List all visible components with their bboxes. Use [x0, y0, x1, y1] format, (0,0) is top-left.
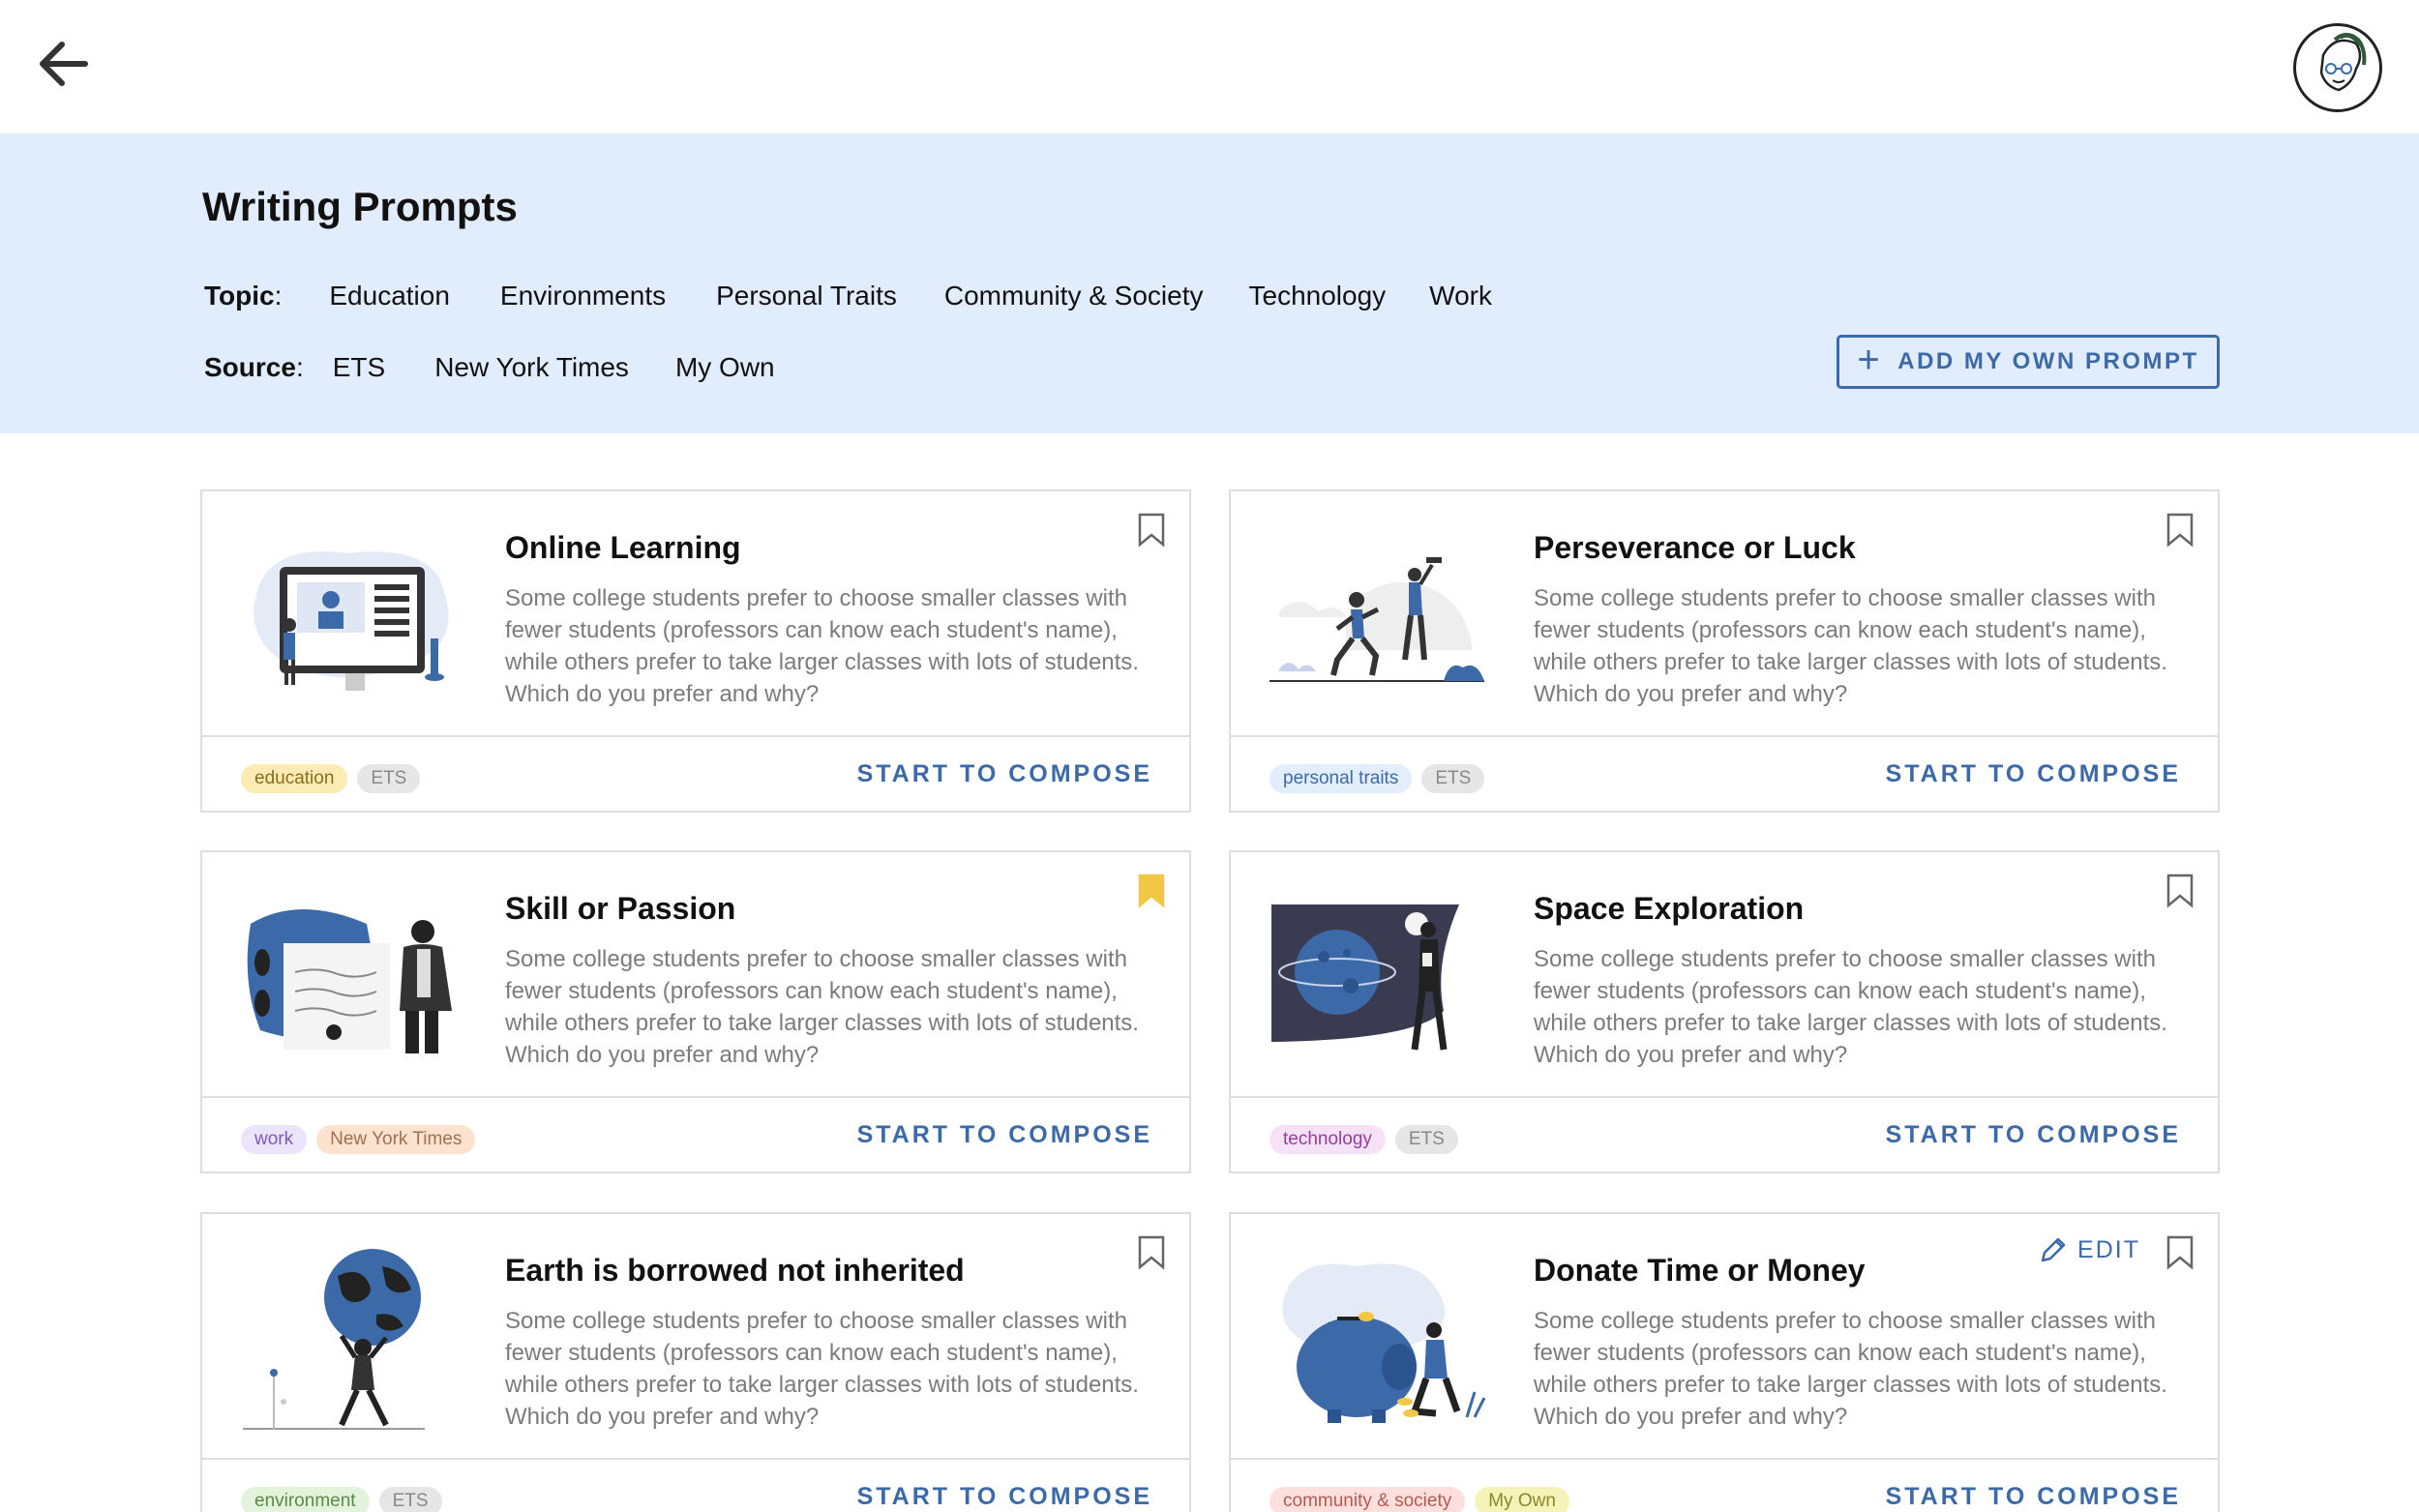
card-description: Some college students prefer to choose s…: [505, 585, 1139, 707]
bookmark-icon[interactable]: [1137, 1235, 1166, 1270]
edit-label: EDIT: [2077, 1235, 2140, 1263]
top-bar: [0, 0, 2419, 133]
online-learning-illustration: [241, 524, 463, 708]
source-filter-my-own[interactable]: My Own: [675, 352, 775, 383]
card-description: Some college students prefer to choose s…: [1534, 585, 2167, 707]
piggy-bank-illustration: [1269, 1247, 1492, 1431]
tag-source: ETS: [378, 1487, 442, 1512]
presenter-illustration: [241, 885, 463, 1069]
card-title: Perseverance or Luck: [1534, 530, 1856, 565]
tag-topic: education: [241, 764, 348, 793]
space-illustration: [1269, 885, 1492, 1069]
start-to-compose-button[interactable]: START TO COMPOSE: [1886, 1121, 2181, 1149]
bookmark-icon[interactable]: [2165, 874, 2195, 908]
prompt-card-earth-borrowed: Earth is borrowed not inherited Some col…: [200, 1212, 1191, 1512]
tag-source: ETS: [357, 764, 421, 793]
topic-filter-technology[interactable]: Technology: [1249, 281, 1387, 311]
globe-carrier-illustration: [241, 1247, 463, 1431]
topic-filter-education[interactable]: Education: [329, 281, 450, 311]
topic-filter-personal-traits[interactable]: Personal Traits: [716, 281, 897, 311]
prompt-card-online-learning: Online Learning Some college students pr…: [200, 489, 1191, 813]
card-description: Some college students prefer to choose s…: [1534, 946, 2167, 1068]
tag-topic: technology: [1269, 1125, 1386, 1154]
bookmark-filled-icon[interactable]: [1137, 874, 1166, 908]
topic-filter-community-society[interactable]: Community & Society: [944, 281, 1204, 311]
tag-topic: work: [241, 1125, 308, 1154]
prompt-card-skill-or-passion: Skill or Passion Some college students p…: [200, 850, 1191, 1173]
avatar[interactable]: [2293, 23, 2382, 112]
card-description: Some college students prefer to choose s…: [1534, 1308, 2167, 1430]
back-arrow-icon[interactable]: [35, 37, 93, 91]
edit-button[interactable]: EDIT: [2039, 1235, 2140, 1264]
tag-source: My Own: [1475, 1487, 1569, 1512]
card-description: Some college students prefer to choose s…: [505, 946, 1139, 1068]
source-filter-nyt[interactable]: New York Times: [434, 352, 629, 383]
tag-topic: personal traits: [1269, 764, 1413, 793]
bookmark-icon[interactable]: [1137, 513, 1166, 548]
runners-illustration: [1269, 524, 1492, 708]
start-to-compose-button[interactable]: START TO COMPOSE: [1886, 1483, 2181, 1511]
tag-source: ETS: [1394, 1125, 1458, 1154]
bookmark-icon[interactable]: [2165, 513, 2195, 548]
tag-topic: environment: [241, 1487, 370, 1512]
start-to-compose-button[interactable]: START TO COMPOSE: [857, 1483, 1152, 1511]
plus-icon: +: [1857, 339, 1883, 381]
card-title: Space Exploration: [1534, 891, 1805, 926]
card-description: Some college students prefer to choose s…: [505, 1308, 1139, 1430]
page-title: Writing Prompts: [202, 184, 518, 229]
card-title: Donate Time or Money: [1534, 1253, 1866, 1288]
prompt-card-perseverance-or-luck: Perseverance or Luck Some college studen…: [1229, 489, 2220, 813]
pencil-icon: [2041, 1237, 2066, 1262]
card-title: Skill or Passion: [505, 891, 736, 926]
tag-topic: community & society: [1269, 1487, 1466, 1512]
start-to-compose-button[interactable]: START TO COMPOSE: [1886, 760, 2181, 788]
source-filter-row: Source: ETS New York Times My Own: [204, 352, 775, 383]
prompt-card-donate-time-or-money: Donate Time or Money Some college studen…: [1229, 1212, 2220, 1512]
add-my-own-prompt-button[interactable]: + ADD MY OWN PROMPT: [1837, 335, 2220, 389]
card-title: Online Learning: [505, 530, 741, 565]
bookmark-icon[interactable]: [2165, 1235, 2195, 1270]
source-filter-ets[interactable]: ETS: [333, 352, 385, 383]
source-label: Source:: [204, 352, 304, 382]
prompt-card-space-exploration: Space Exploration Some college students …: [1229, 850, 2220, 1173]
tag-source: ETS: [1421, 764, 1485, 793]
add-prompt-label: ADD MY OWN PROMPT: [1897, 348, 2199, 374]
tag-source: New York Times: [316, 1125, 476, 1154]
card-title: Earth is borrowed not inherited: [505, 1253, 965, 1288]
topic-filter-row: Topic: Education Environments Personal T…: [204, 281, 1492, 311]
topic-filter-environments[interactable]: Environments: [500, 281, 666, 311]
topic-label: Topic:: [204, 281, 283, 311]
start-to-compose-button[interactable]: START TO COMPOSE: [857, 1121, 1152, 1149]
start-to-compose-button[interactable]: START TO COMPOSE: [857, 760, 1152, 788]
topic-filter-work[interactable]: Work: [1429, 281, 1492, 311]
